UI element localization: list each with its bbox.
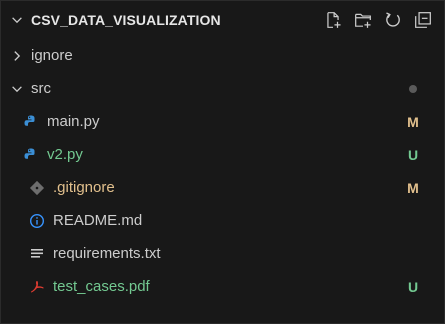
tree-item-label: test_cases.pdf [53,278,150,295]
tree-item-label: main.py [47,113,100,130]
tree-item-requirements[interactable]: requirements.txt [1,237,444,270]
git-status-badge: U [407,146,419,163]
tree-item-test-cases-pdf[interactable]: test_cases.pdf U [1,270,444,303]
info-icon [29,213,45,229]
refresh-icon[interactable] [382,9,404,31]
tree-item-ignore[interactable]: ignore [1,39,444,72]
git-icon [29,180,45,196]
tree-item-main-py[interactable]: main.py M [1,105,444,138]
chevron-down-icon[interactable] [9,12,25,28]
tree-item-label: src [31,80,51,97]
text-lines-icon [29,246,45,262]
python-file-icon [23,114,39,130]
explorer-actions [322,9,434,31]
new-folder-icon[interactable] [352,9,374,31]
tree-item-label: requirements.txt [53,245,161,262]
git-status-badge: U [407,278,419,295]
tree-item-label: README.md [53,212,143,229]
tree-item-src[interactable]: src [1,72,444,105]
tree-item-readme[interactable]: README.md [1,204,444,237]
chevron-right-icon [9,48,25,64]
python-file-icon [23,147,39,163]
tree-item-gitignore[interactable]: .gitignore M [1,171,444,204]
explorer-panel: CSV_DATA_VISUALIZATION ignore src main.p… [0,0,445,324]
explorer-header[interactable]: CSV_DATA_VISUALIZATION [1,1,444,39]
folder-status-dot [409,84,417,93]
git-status-badge: M [407,179,419,196]
git-status-badge: M [407,113,419,130]
tree-item-label: .gitignore [53,179,115,196]
chevron-down-icon [9,81,25,97]
tree-item-label: v2.py [47,146,83,163]
tree-item-v2-py[interactable]: v2.py U [1,138,444,171]
new-file-icon[interactable] [322,9,344,31]
pdf-icon [29,279,45,295]
tree-item-label: ignore [31,47,73,64]
workspace-title: CSV_DATA_VISUALIZATION [31,12,221,28]
collapse-all-icon[interactable] [412,9,434,31]
